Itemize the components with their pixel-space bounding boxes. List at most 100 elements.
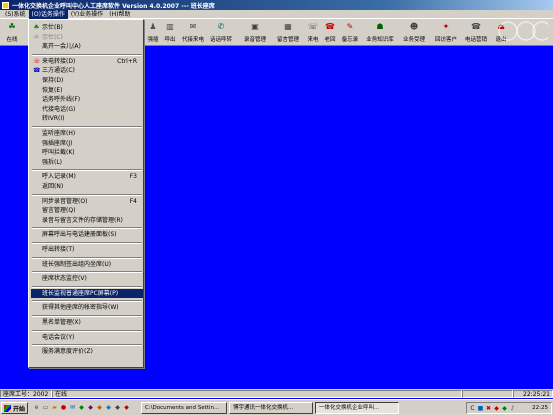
menu-item[interactable]: 强插座席(J) <box>31 139 143 148</box>
menu-item-label: 班长强制签出组内坐席(U) <box>42 260 112 268</box>
toolbar-callback-button[interactable]: ☎ 老回 <box>322 20 338 45</box>
pickup-icon: ✉ <box>189 22 197 31</box>
menu-item[interactable]: 呼入记录(M) F3 <box>31 172 143 181</box>
toolbar-recording-button[interactable]: ▣ 录音管理 <box>242 20 268 45</box>
toolbar-revisit-button[interactable]: ✦ 回访客户 <box>433 20 459 45</box>
menu-item[interactable]: 转IVR(I) <box>31 114 143 123</box>
toolbar-forward-button[interactable]: ✆ 话话呼转 <box>208 20 234 45</box>
status-time: 22:25:21 <box>513 389 553 398</box>
menu-item-label: 录音与留言文件的存储管理(R) <box>42 216 123 224</box>
ch-language-icon[interactable]: C <box>469 405 476 412</box>
toolbar-button-label: 录音管理 <box>243 37 266 43</box>
menu-item[interactable]: 屏幕呼出与电话建册面板(S) <box>31 230 143 239</box>
menu-call-operations[interactable]: (O)话务操作 <box>28 9 68 19</box>
menu-separator <box>32 271 142 274</box>
taskbar-item-label: 一体化交换机企业呼叫... <box>319 405 380 411</box>
desktop-icon[interactable]: ▭ <box>42 404 49 411</box>
menu-item-label: 班长监视普通座席PC屏幕(P) <box>42 289 119 297</box>
menu-item[interactable]: 座席状态监控(V) <box>31 274 143 283</box>
transfer-icon: ☏ <box>33 57 41 65</box>
menu-item-label: 同步录音管理(O) <box>42 197 88 205</box>
window-title-bar[interactable]: 一体化交换机企业呼叫中心人工座席软件 Version 4.0.2007 --- … <box>0 0 553 10</box>
toolbar-status-label: 在线 <box>6 37 18 43</box>
toolbar-knowledge-button[interactable]: ☗ 业务知识库 <box>364 20 396 45</box>
menu-item[interactable]: 班长强制签出组内坐席(U) <box>31 260 143 269</box>
menu-item[interactable]: 恢复(E) <box>31 86 143 95</box>
taskbar-item-browser[interactable]: 博宇通讯一体化交换机... <box>229 402 313 414</box>
menu-item[interactable]: 黑名单管理(X) <box>31 318 143 327</box>
menu-bar: (S)系统 (O)话务操作 (Y)业务操作 (H)帮助 <box>0 9 553 19</box>
menu-item[interactable]: 离开一会儿(A) <box>31 42 143 51</box>
toolbar-memo-button[interactable]: ✎ 备忘录 <box>340 20 360 45</box>
menu-item[interactable]: 返回(N) <box>31 182 143 191</box>
folder-icon[interactable]: ▰ <box>51 404 58 411</box>
menu-separator <box>32 285 142 288</box>
menu-item[interactable]: 班长监视普通座席PC屏幕(P) <box>31 288 143 298</box>
business-icon: ☻ <box>409 22 419 31</box>
toolbar-button-label: 留言管理 <box>276 37 299 43</box>
status-bar: 座席工号：2002 在线 22:25:21 <box>0 389 553 398</box>
menu-item[interactable]: 强拆(L) <box>31 158 143 167</box>
clock[interactable]: 22:25 <box>532 404 548 412</box>
menu-item[interactable]: 电话会议(Y) <box>31 333 143 342</box>
tray-app-icon[interactable]: ■ <box>477 405 484 412</box>
menu-item[interactable]: 呼出转接(T) <box>31 245 143 254</box>
tray-app-icon[interactable]: ◆ <box>501 405 508 412</box>
toolbar-button-label: 话话呼转 <box>209 37 232 43</box>
taskbar-item-agent-app[interactable]: 一体化交换机企业呼叫... <box>315 402 399 414</box>
toolbar-status-online[interactable]: ☘ 在线 <box>3 20 21 45</box>
menu-item[interactable]: 代接电话(G) <box>31 105 143 114</box>
agent-icon: ☘ <box>8 22 16 31</box>
outlook-icon[interactable]: ✉ <box>69 404 76 411</box>
menu-item-shortcut: F4 <box>129 197 137 205</box>
tray-app-icon[interactable]: ✖ <box>485 405 492 412</box>
menu-item-label: 离开一会儿(A) <box>42 43 81 51</box>
app-shortcut-icon[interactable]: ◆ <box>96 404 103 411</box>
menu-item[interactable]: 监听座席(H) <box>31 129 143 138</box>
menu-item[interactable]: ☘ 示忙(B) <box>31 23 143 32</box>
menu-item[interactable]: ☘ 示忙(C) <box>31 33 143 42</box>
menu-item-label: 返回(N) <box>42 183 64 190</box>
menu-item[interactable]: ☏ 来电转接(D) Ctrl+R <box>31 57 143 66</box>
toolbar-button-label: 业务受理 <box>402 37 425 43</box>
menu-item[interactable]: 同步录音管理(O) F4 <box>31 197 143 206</box>
toolbar-message-button[interactable]: ▦ 留言管理 <box>275 20 301 45</box>
toolbar-pickup-button[interactable]: ✉ 代接来电 <box>180 20 206 45</box>
menu-item-label: 强插座席(J) <box>42 139 73 147</box>
app-shortcut-icon[interactable]: ◆ <box>123 404 130 411</box>
menu-item[interactable]: 获得其他座席的帐密指导(W) <box>31 303 143 312</box>
menu-item[interactable]: 话务呼外线(F) <box>31 95 143 104</box>
tray-app-icon[interactable]: ◆ <box>493 405 500 412</box>
menu-item[interactable]: 录音与留言文件的存储管理(R) <box>31 216 143 225</box>
volume-icon[interactable]: ♪ <box>509 405 516 412</box>
app-shortcut-icon[interactable]: ◆ <box>114 404 121 411</box>
windows-flag-icon <box>4 404 11 412</box>
app-shortcut-icon[interactable]: ◆ <box>87 404 94 411</box>
media-icon[interactable]: ● <box>60 404 67 411</box>
idle-icon: ☘ <box>33 33 40 41</box>
toolbar-dial-out-button[interactable]: ▥ 呼出 <box>162 20 178 45</box>
start-label: 开始 <box>13 405 26 413</box>
app-icon <box>2 1 9 9</box>
toolbar-business-button[interactable]: ☻ 业务受理 <box>401 20 427 45</box>
toolbar-button-label: 回访客户 <box>434 37 457 43</box>
taskbar-item-explorer[interactable]: C:\Documents and Settin... <box>141 402 227 414</box>
toolbar-incoming-button[interactable]: ☏ 来电 <box>305 20 321 45</box>
menu-business-operations[interactable]: (Y)业务操作 <box>68 10 106 19</box>
app-shortcut-icon[interactable]: ◆ <box>78 404 85 411</box>
menu-help[interactable]: (H)帮助 <box>106 10 133 19</box>
menu-system[interactable]: (S)系统 <box>2 10 29 19</box>
toolbar-barge-in-button[interactable]: ♟ 强插 <box>145 20 161 45</box>
start-button[interactable]: 开始 <box>1 402 28 414</box>
app-shortcut-icon[interactable]: ◆ <box>105 404 112 411</box>
menu-item[interactable]: ☎ 三方通话(C) <box>31 66 143 75</box>
menu-item[interactable]: 服务满意度评价(Z) <box>31 347 143 356</box>
menu-item[interactable]: 留言管理(Q) <box>31 206 143 215</box>
revisit-icon: ✦ <box>442 22 450 31</box>
ie-icon[interactable]: e <box>33 404 40 411</box>
toolbar-button-label: 呼出 <box>164 37 176 43</box>
menu-item[interactable]: 呼叫拦截(K) <box>31 148 143 157</box>
menu-separator <box>32 227 142 230</box>
agent-id: 座席工号：2002 <box>0 389 52 398</box>
menu-item[interactable]: 保持(D) <box>31 76 143 85</box>
